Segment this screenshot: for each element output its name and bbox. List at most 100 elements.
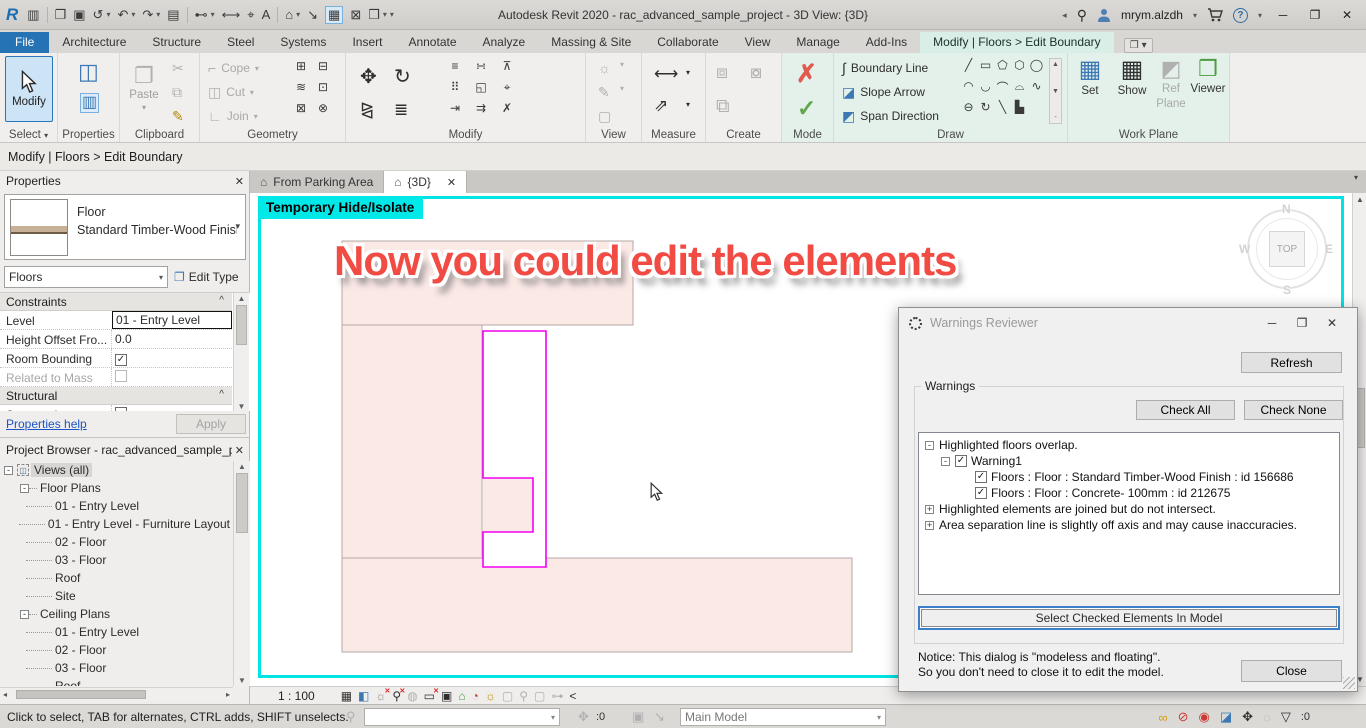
help-icon[interactable]: ? — [1232, 7, 1248, 23]
measure-caret1-icon[interactable]: ▾ — [686, 69, 690, 77]
cut-geometry-button[interactable]: ◫ Cut ▾ — [208, 85, 254, 99]
floor-plans-expander-icon[interactable]: - — [20, 483, 29, 493]
tab-file[interactable]: File — [0, 32, 50, 53]
warning-category-row[interactable]: - Highlighted floors overlap. — [919, 437, 1339, 453]
paint-icon[interactable]: ⊠ — [290, 101, 312, 122]
split-element-icon[interactable]: ∺ — [468, 59, 494, 80]
linework-caret-icon[interactable]: ▾ — [620, 85, 624, 93]
select-by-face-icon[interactable]: ◪ — [1220, 709, 1232, 725]
collapse-bar-icon[interactable]: < — [569, 690, 576, 702]
pick-lines-icon[interactable]: ╲ — [994, 100, 1011, 121]
move-icon[interactable]: ✥ — [360, 67, 377, 87]
pick-walls-icon[interactable]: ▙ — [1011, 100, 1028, 121]
tab-annotate[interactable]: Annotate — [395, 32, 469, 53]
draw-partial-ellipse-icon[interactable]: ↻ — [977, 100, 994, 121]
panel-properties-label[interactable]: Properties — [58, 129, 119, 141]
viewcube-north[interactable]: N — [1282, 202, 1291, 216]
warning-category-row-3[interactable]: + Area separation line is slightly off a… — [919, 517, 1339, 533]
temporary-view-properties-icon[interactable]: ⚲ — [519, 690, 528, 702]
visual-style-icon[interactable]: ◧ — [358, 690, 369, 702]
select-links-icon[interactable]: ∞ — [1158, 710, 1167, 725]
viewcube-west[interactable]: W — [1239, 242, 1250, 256]
search-icon[interactable]: ⚲ — [1077, 7, 1087, 24]
view-tab-close-icon[interactable]: ✕ — [447, 176, 456, 189]
draw-fillet-arc-icon[interactable]: ⌓ — [1011, 79, 1028, 100]
warning1-checkbox[interactable]: ✓ — [955, 455, 967, 467]
drag-on-selection-icon[interactable]: ✥ — [1242, 709, 1253, 725]
element1-checkbox[interactable]: ✓ — [975, 471, 987, 483]
select-pinned-icon[interactable]: ◉ — [1199, 709, 1210, 725]
tree-row-ceiling-02[interactable]: 02 - Floor — [0, 641, 233, 659]
row-level-value[interactable]: 01 - Entry Level — [112, 311, 232, 329]
selection-filter-icon[interactable]: ▽ — [1281, 709, 1291, 725]
minimize-button[interactable]: ─ — [1272, 8, 1294, 22]
edit-boundary-sketch[interactable] — [482, 330, 547, 568]
properties-close-icon[interactable]: ✕ — [235, 175, 244, 188]
worksharing-display-icon[interactable]: ▢ — [502, 690, 513, 702]
browser-scroll-thumb[interactable] — [236, 473, 248, 533]
user-icon[interactable] — [1097, 8, 1111, 23]
show-work-plane-button[interactable]: ▦ Show — [1112, 58, 1152, 98]
draw-start-end-arc-icon[interactable]: ◠ — [960, 79, 977, 100]
viewer-button[interactable]: ❒ Viewer — [1188, 58, 1228, 96]
split-face-icon[interactable]: ≋ — [290, 80, 312, 101]
prop-scroll-down-icon[interactable]: ▼ — [234, 402, 249, 411]
join-geometry-button[interactable]: ∟ Join ▾ — [208, 109, 258, 123]
tree-row-01-entry-furniture[interactable]: 01 - Entry Level - Furniture Layout — [0, 515, 233, 533]
match-type-icon[interactable]: ✎ — [172, 109, 184, 123]
analytical-model-icon[interactable]: ▢ — [534, 690, 545, 702]
views-expander-icon[interactable]: - — [4, 465, 13, 475]
viewcube-south[interactable]: S — [1283, 283, 1291, 297]
reveal-constraints-icon[interactable]: ⊶ — [551, 690, 563, 702]
tree-row-ceiling-01[interactable]: 01 - Entry Level — [0, 623, 233, 641]
delete-icon[interactable]: ✗ — [494, 101, 520, 122]
tab-list-caret-icon[interactable]: ▾ — [1348, 173, 1364, 191]
apply-button[interactable]: Apply — [176, 414, 246, 434]
background-processes-icon[interactable]: ◌ — [1263, 710, 1271, 725]
undo-icon[interactable]: ↶ — [117, 7, 128, 23]
modify-button[interactable]: Modify — [5, 56, 53, 122]
tree-row-site[interactable]: Site — [0, 587, 233, 605]
temporary-hide-isolate-badge[interactable]: Temporary Hide/Isolate — [259, 197, 424, 219]
tab-insert[interactable]: Insert — [339, 32, 395, 53]
view-caret-icon[interactable]: ▾ — [620, 61, 624, 69]
switch-windows-icon[interactable]: ❒ — [368, 7, 380, 23]
align-icon[interactable]: ≡ — [442, 59, 468, 80]
browser-hscrollbar[interactable]: ◂ ▸ — [0, 687, 233, 701]
aligned-dimension-icon[interactable]: ⟷ — [222, 7, 241, 23]
collapse-search-icon[interactable]: ◂ — [1062, 10, 1067, 21]
overlap-expander-icon[interactable]: - — [925, 440, 934, 450]
draw-circle-icon[interactable]: ◯ — [1028, 58, 1045, 79]
properties-header[interactable]: Properties ✕ — [0, 171, 250, 191]
tree-row-views[interactable]: - ◫ Views (all) — [0, 461, 233, 479]
crop-view-off-icon[interactable]: ▭ ✕ — [424, 688, 439, 702]
type-selector[interactable]: Floor Standard Timber-Wood Finish ▾ — [4, 194, 246, 260]
reveal-hidden-elements-icon[interactable]: ☼ — [485, 690, 496, 702]
tag-icon[interactable]: ⌖ — [247, 7, 254, 23]
tree-row-floor-plans[interactable]: - Floor Plans — [0, 479, 233, 497]
close-hidden-windows-icon[interactable]: ⊠ — [350, 7, 361, 23]
tree-row-ceiling-plans[interactable]: - Ceiling Plans — [0, 605, 233, 623]
floor-notch[interactable] — [483, 478, 533, 532]
tab-steel[interactable]: Steel — [214, 32, 267, 53]
locked-orientation-icon[interactable]: ⌂ — [458, 690, 465, 702]
tree-row-02-floor[interactable]: 02 - Floor — [0, 533, 233, 551]
select-checked-elements-button[interactable]: Select Checked Elements In Model — [921, 609, 1337, 627]
array-icon[interactable]: ⠿ — [442, 80, 468, 101]
viewcube-top-face[interactable]: TOP — [1269, 231, 1305, 267]
span-direction-button[interactable]: ◩ Span Direction — [842, 109, 939, 123]
edit-type-button[interactable]: ❐ Edit Type — [174, 266, 248, 288]
room-bounding-checkbox[interactable]: ✓ — [115, 354, 127, 366]
warning-category-row-2[interactable]: + Highlighted elements are joined but do… — [919, 501, 1339, 517]
check-none-button[interactable]: Check None — [1244, 400, 1343, 420]
project-browser-header[interactable]: Project Browser - rac_advanced_sample_p.… — [0, 440, 250, 460]
row-structural-value[interactable] — [111, 405, 232, 411]
cancel-edit-mode-icon[interactable]: ✗ — [796, 59, 817, 89]
tree-row-ceiling-roof[interactable]: Roof — [0, 677, 233, 686]
ceiling-plans-expander-icon[interactable]: - — [20, 609, 29, 619]
dialog-maximize-icon[interactable]: ❐ — [1287, 316, 1317, 330]
row-height-offset-value[interactable]: 0.0 — [111, 330, 232, 348]
editing-requests-icon[interactable]: ✥ — [578, 709, 589, 725]
undo-caret-icon[interactable]: ▾ — [131, 10, 135, 19]
warnings-reviewer-dialog[interactable]: Warnings Reviewer ─ ❐ ✕ Refresh Warnings… — [898, 307, 1358, 692]
